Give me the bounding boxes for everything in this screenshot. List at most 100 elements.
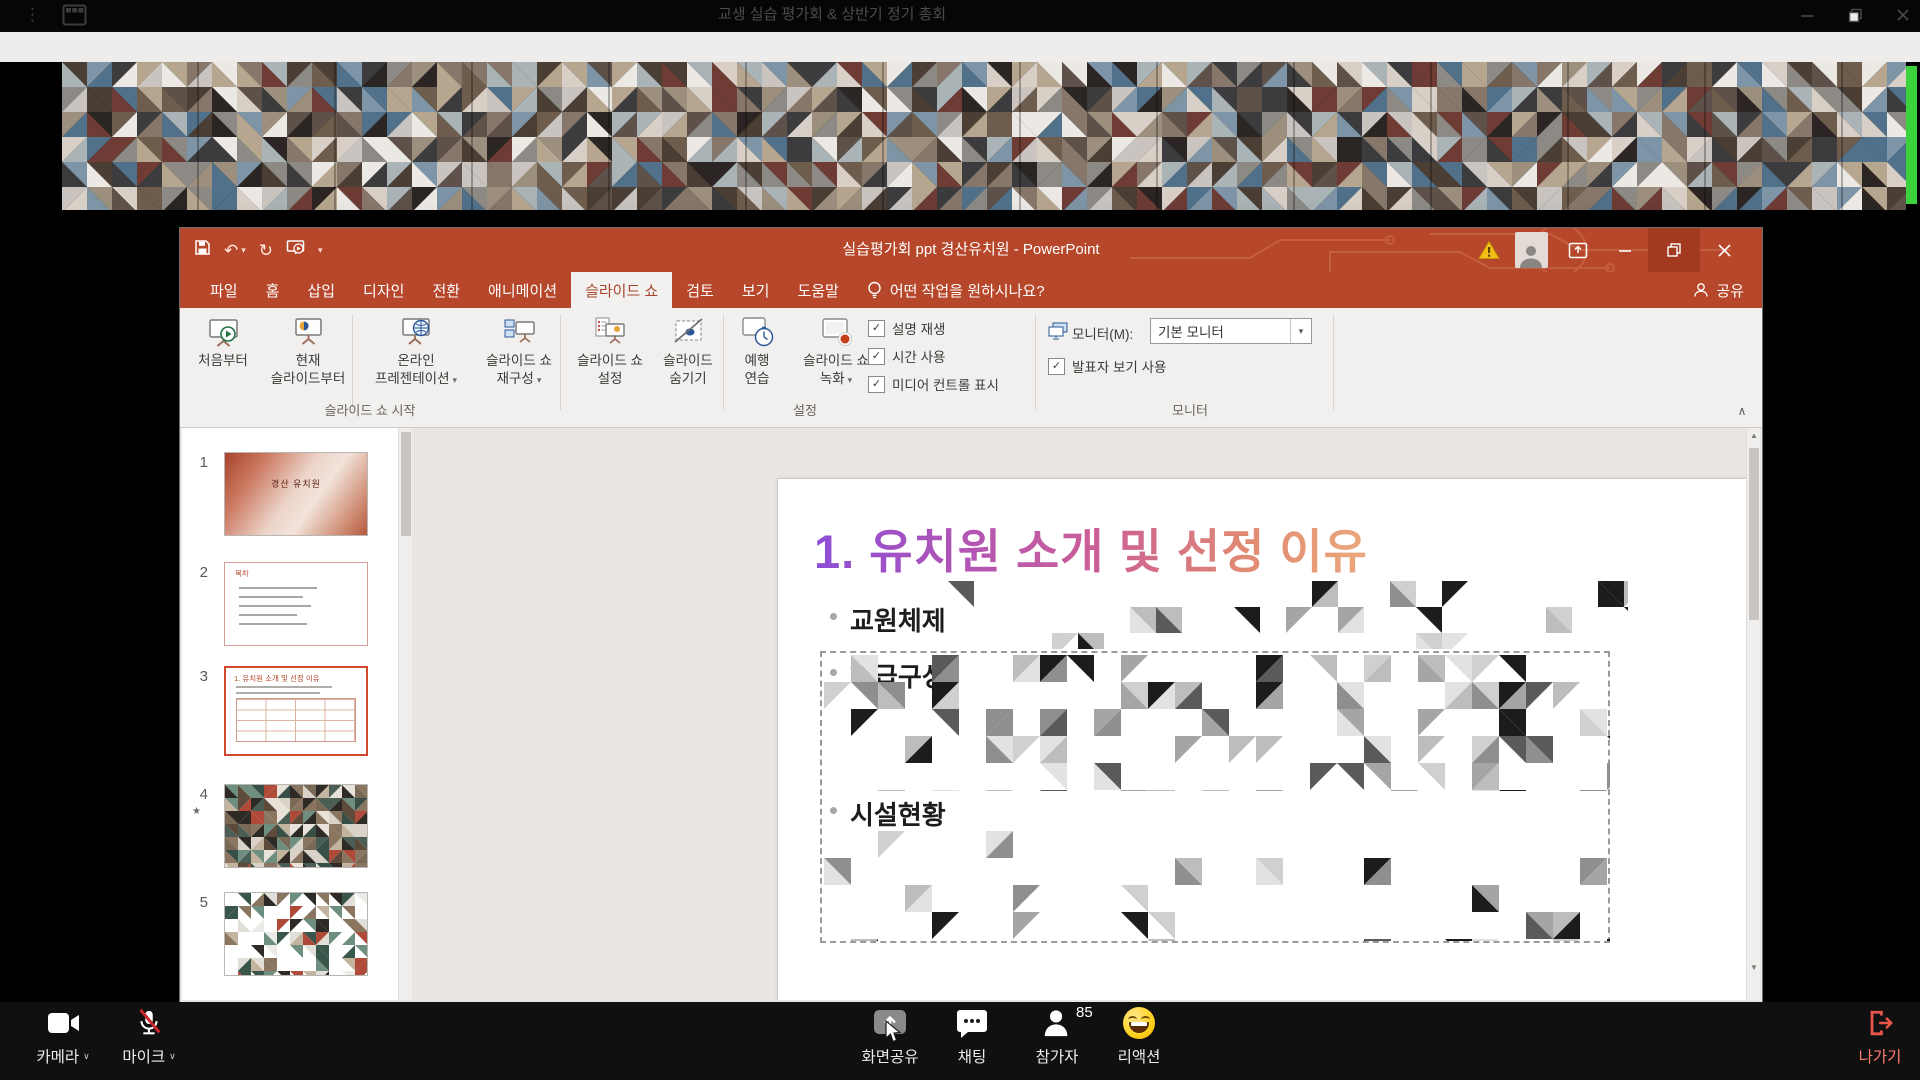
tab-animations[interactable]: 애니메이션 [474, 272, 571, 308]
slide-number: 4 [186, 786, 208, 803]
participants-button[interactable]: 85 참가자 [1014, 1006, 1100, 1067]
bullet-dot [830, 613, 837, 620]
tab-insert[interactable]: 삽입 [293, 272, 349, 308]
slide-bullet-1[interactable]: 교원체제 [850, 601, 946, 638]
tab-transitions[interactable]: 전환 [418, 272, 474, 308]
checkbox-checked-icon: ✓ [868, 320, 885, 337]
meeting-minimize-button[interactable] [1792, 0, 1822, 30]
video-artifact-noise [948, 581, 1628, 649]
ppt-restore-button[interactable] [1648, 228, 1700, 272]
slide-thumbnail-1[interactable]: 경산 유치원 [224, 452, 368, 536]
meeting-restore-button[interactable] [1840, 0, 1870, 30]
share-person-icon [1693, 282, 1709, 298]
use-presenter-view-checkbox[interactable]: ✓ 발표자 보기 사용 [1048, 356, 1166, 376]
monitor-select[interactable]: 기본 모니터 ▾ [1150, 318, 1312, 344]
ribbon-display-options-icon[interactable] [1554, 228, 1602, 272]
thumbnail-1-title: 경산 유치원 [225, 477, 367, 490]
lightbulb-icon [867, 281, 882, 300]
ppt-titlebar: ↶▾ ↻ ▾ 실습평가회 ppt 경산유치원 - PowerPoint [180, 228, 1762, 272]
mic-button-muted[interactable]: 마이크 ∨ [106, 1006, 192, 1067]
leave-icon [1865, 1006, 1895, 1040]
dropdown-icon: ▾ [848, 375, 853, 385]
hide-slide-icon [671, 315, 706, 350]
reaction-emoji-icon [1123, 1006, 1155, 1040]
dropdown-icon: ▾ [453, 375, 458, 385]
mic-label: 마이크 [122, 1045, 165, 1067]
participants-icon: 85 [1042, 1006, 1072, 1040]
thumbnail-panel-scrollbar[interactable] [398, 428, 412, 1000]
ribbon-group-separator [1333, 314, 1334, 410]
slide-number: 2 [186, 564, 208, 581]
top-black-bar [0, 0, 1920, 32]
group-label-monitors: 모니터 [1105, 402, 1275, 420]
record-slide-show-icon [819, 315, 854, 350]
powerpoint-window: ↶▾ ↻ ▾ 실습평가회 ppt 경산유치원 - PowerPoint [180, 228, 1762, 1002]
from-beginning-button[interactable]: 처음부터 [188, 312, 258, 422]
play-narrations-checkbox[interactable]: ✓ 설명 재생 [868, 318, 945, 338]
warning-icon[interactable] [1470, 228, 1508, 272]
screen-share-icon [872, 1006, 908, 1040]
ribbon-separator [723, 314, 724, 410]
set-up-slide-show-button[interactable]: 슬라이드 쇼 설정 [568, 312, 652, 422]
reactions-label: 리액션 [1118, 1045, 1161, 1067]
account-avatar[interactable] [1508, 228, 1554, 272]
tab-view[interactable]: 보기 [728, 272, 784, 308]
tell-me-box[interactable]: 어떤 작업을 원하시나요? [867, 272, 1045, 308]
slide-number: 3 [186, 668, 208, 685]
menu-kebab-icon[interactable]: ⋮ [24, 3, 38, 27]
monitor-dropdown-label: 모니터(M): [1072, 323, 1133, 343]
ppt-titlebar-right [1470, 228, 1748, 272]
slide-number: 1 [186, 454, 208, 471]
meeting-close-button[interactable] [1888, 0, 1918, 30]
share-button-label: 공유 [1716, 280, 1744, 301]
chat-button[interactable]: 채팅 [930, 1006, 1014, 1067]
leave-meeting-button[interactable]: 나가기 [1838, 1006, 1920, 1067]
group-label-start-slide-show: 슬라이드 쇼 시작 [260, 402, 480, 420]
ppt-minimize-button[interactable] [1602, 228, 1648, 272]
mic-muted-icon [134, 1006, 164, 1040]
tab-file[interactable]: 파일 [196, 272, 252, 308]
collapse-ribbon-icon[interactable]: ∧ [1732, 404, 1752, 422]
camera-icon [47, 1006, 80, 1040]
tab-design[interactable]: 디자인 [349, 272, 418, 308]
slide-area-scrollbar[interactable]: ▲ ▼ [1746, 428, 1760, 1000]
use-timings-checkbox[interactable]: ✓ 시간 사용 [868, 346, 945, 366]
custom-slide-show-button[interactable]: 슬라이드 쇼 재구성▾ [474, 312, 564, 422]
slide-thumbnail-4[interactable] [224, 784, 368, 868]
reactions-button[interactable]: 리액션 [1102, 1006, 1176, 1067]
tab-review[interactable]: 검토 [672, 272, 728, 308]
share-button[interactable]: 공유 [1693, 272, 1744, 308]
camera-button[interactable]: 카메라∨ [20, 1006, 106, 1067]
slide-thumbnail-2[interactable]: 목차 [224, 562, 368, 646]
scroll-down-icon[interactable]: ▼ [1747, 960, 1761, 976]
meeting-titlebar [0, 32, 1920, 62]
share-screen-label: 화면공유 [861, 1045, 918, 1067]
group-label-set-up: 설정 [710, 402, 900, 420]
tab-slide-show[interactable]: 슬라이드 쇼 [571, 272, 672, 308]
slide-thumbnail-5[interactable] [224, 892, 368, 976]
tab-home[interactable]: 홈 [252, 272, 294, 308]
slide-title-text[interactable]: 1. 유치원 소개 및 선정 이유 [814, 513, 1368, 582]
checkbox-checked-icon: ✓ [1048, 358, 1065, 375]
ppt-close-button[interactable] [1700, 228, 1748, 272]
checkbox-checked-icon: ✓ [868, 348, 885, 365]
gallery-view-icon[interactable] [62, 4, 87, 31]
chat-label: 채팅 [958, 1045, 987, 1067]
slide-canvas[interactable]: 1. 유치원 소개 및 선정 이유 교원체제 학급구성 시설현황 [777, 478, 1747, 1000]
show-media-controls-checkbox[interactable]: ✓ 미디어 컨트롤 표시 [868, 374, 999, 394]
scroll-up-icon[interactable]: ▲ [1747, 428, 1761, 444]
ribbon-separator [352, 314, 353, 410]
checkbox-checked-icon: ✓ [868, 376, 885, 393]
set-up-slide-show-icon [593, 315, 628, 350]
chevron-down-icon: ∨ [169, 1051, 176, 1062]
meeting-window-title: 교생 실습 평가회 & 상반기 정기 총회 [718, 0, 946, 30]
camera-label: 카메라 [36, 1045, 79, 1067]
meeting-app-window: ⋮ 교생 실습 평가회 & 상반기 정기 총회 ↶▾ ↻ [0, 0, 1920, 1080]
table-placeholder-selection[interactable] [820, 651, 1610, 943]
ppt-content-area: 1 2 3 4 ★ 5 경산 유치원 목차 1. 유치 [180, 428, 1762, 1002]
tab-help[interactable]: 도움말 [783, 272, 852, 308]
slide-thumbnail-3-selected[interactable]: 1. 유치원 소개 및 선정 이유 [224, 666, 368, 756]
screen-share-button[interactable]: 화면공유 [846, 1006, 934, 1067]
slide-editing-area: 1. 유치원 소개 및 선정 이유 교원체제 학급구성 시설현황 [412, 428, 1748, 1000]
chevron-down-icon: ▾ [1290, 319, 1311, 343]
